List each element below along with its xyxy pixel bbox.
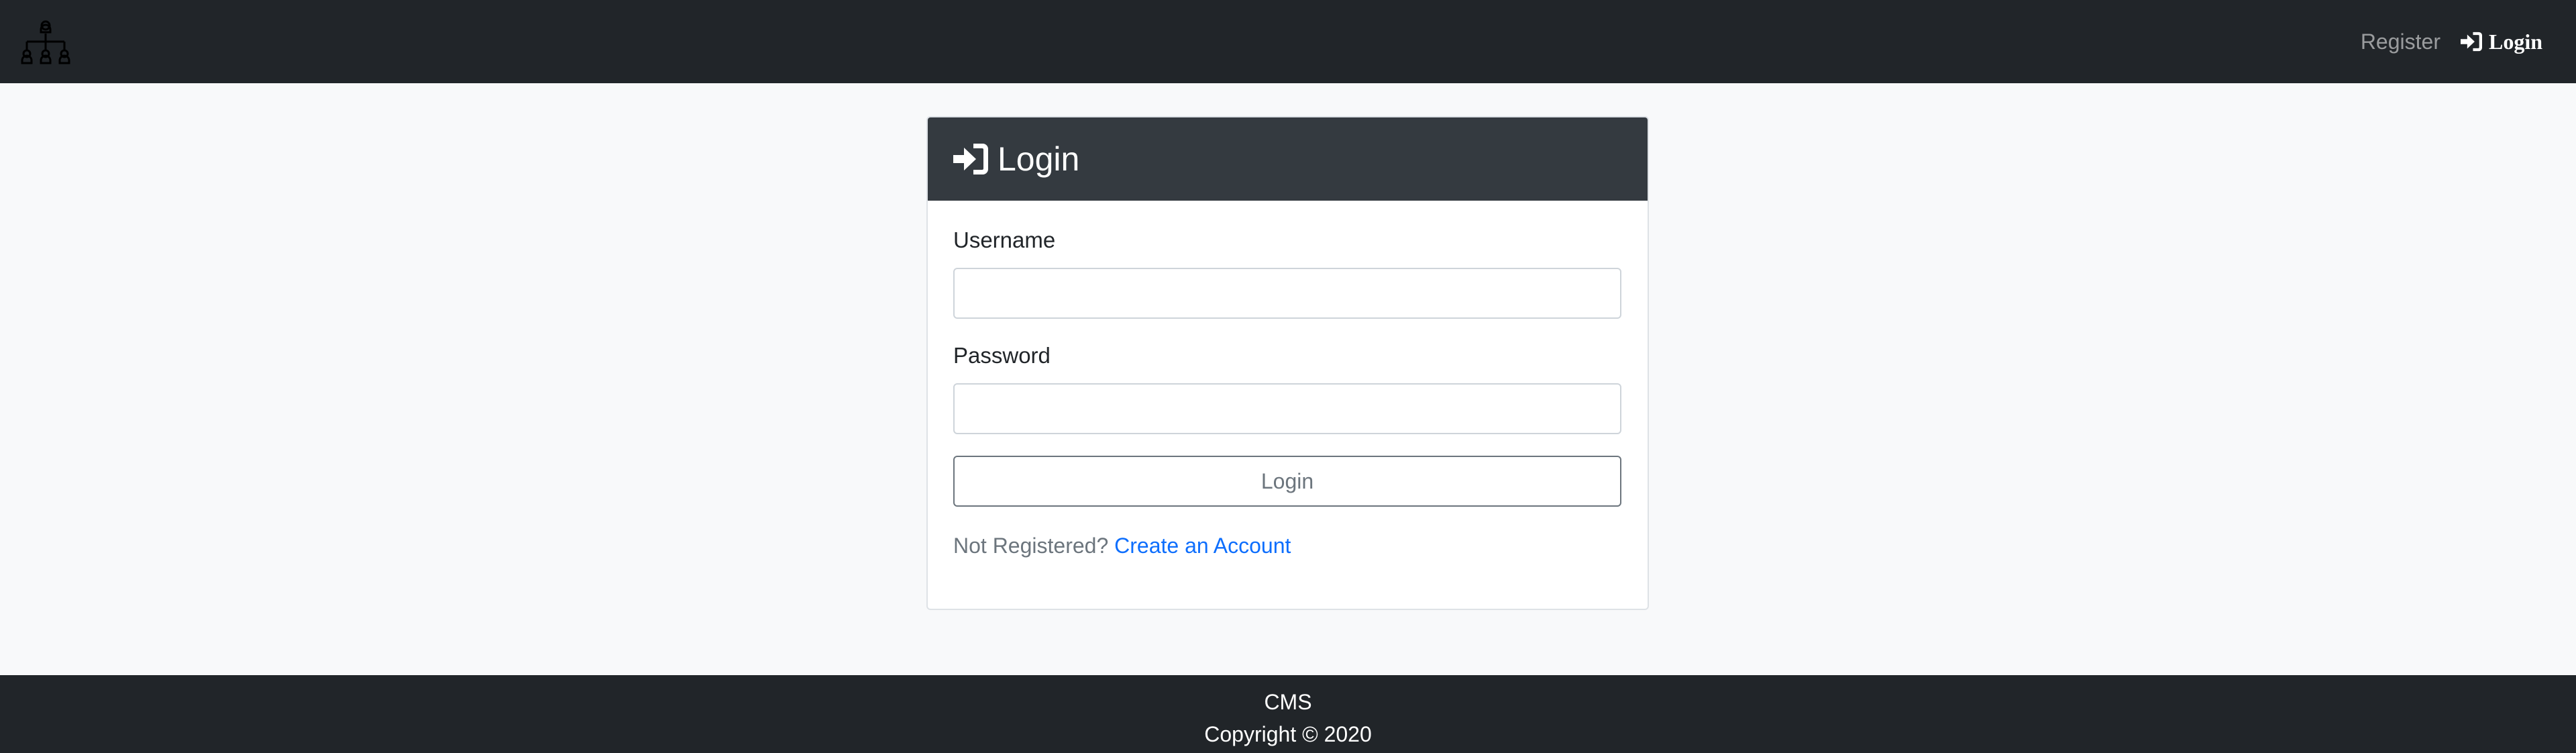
create-account-link[interactable]: Create an Account: [1114, 534, 1291, 558]
login-submit-button[interactable]: Login: [953, 456, 1621, 507]
footer-site-name: CMS: [1264, 690, 1312, 714]
sign-in-icon: [953, 144, 988, 174]
nav-login-label: Login: [2488, 29, 2542, 54]
org-chart-icon[interactable]: [19, 16, 72, 70]
nav-login-link[interactable]: Login: [2460, 29, 2542, 54]
nav-register-link[interactable]: Register: [2361, 30, 2440, 54]
not-registered-text: Not Registered?: [953, 534, 1109, 558]
login-card-title: Login: [998, 140, 1080, 178]
navbar-links: Register Login: [2361, 0, 2542, 83]
page-footer: CMS Copyright © 2020: [0, 675, 2576, 753]
password-input[interactable]: [953, 383, 1621, 434]
username-label: Username: [953, 228, 1056, 252]
username-input[interactable]: [953, 268, 1621, 319]
register-prompt: Not Registered? Create an Account: [953, 534, 1291, 558]
login-card-header: Login: [928, 117, 1648, 201]
footer-copyright: Copyright © 2020: [1204, 722, 1372, 746]
password-label: Password: [953, 343, 1051, 368]
sign-in-icon: [2460, 32, 2482, 52]
top-navbar: Register Login: [0, 0, 2576, 83]
login-card: Login Username Password Login Not Regist…: [926, 116, 1649, 610]
